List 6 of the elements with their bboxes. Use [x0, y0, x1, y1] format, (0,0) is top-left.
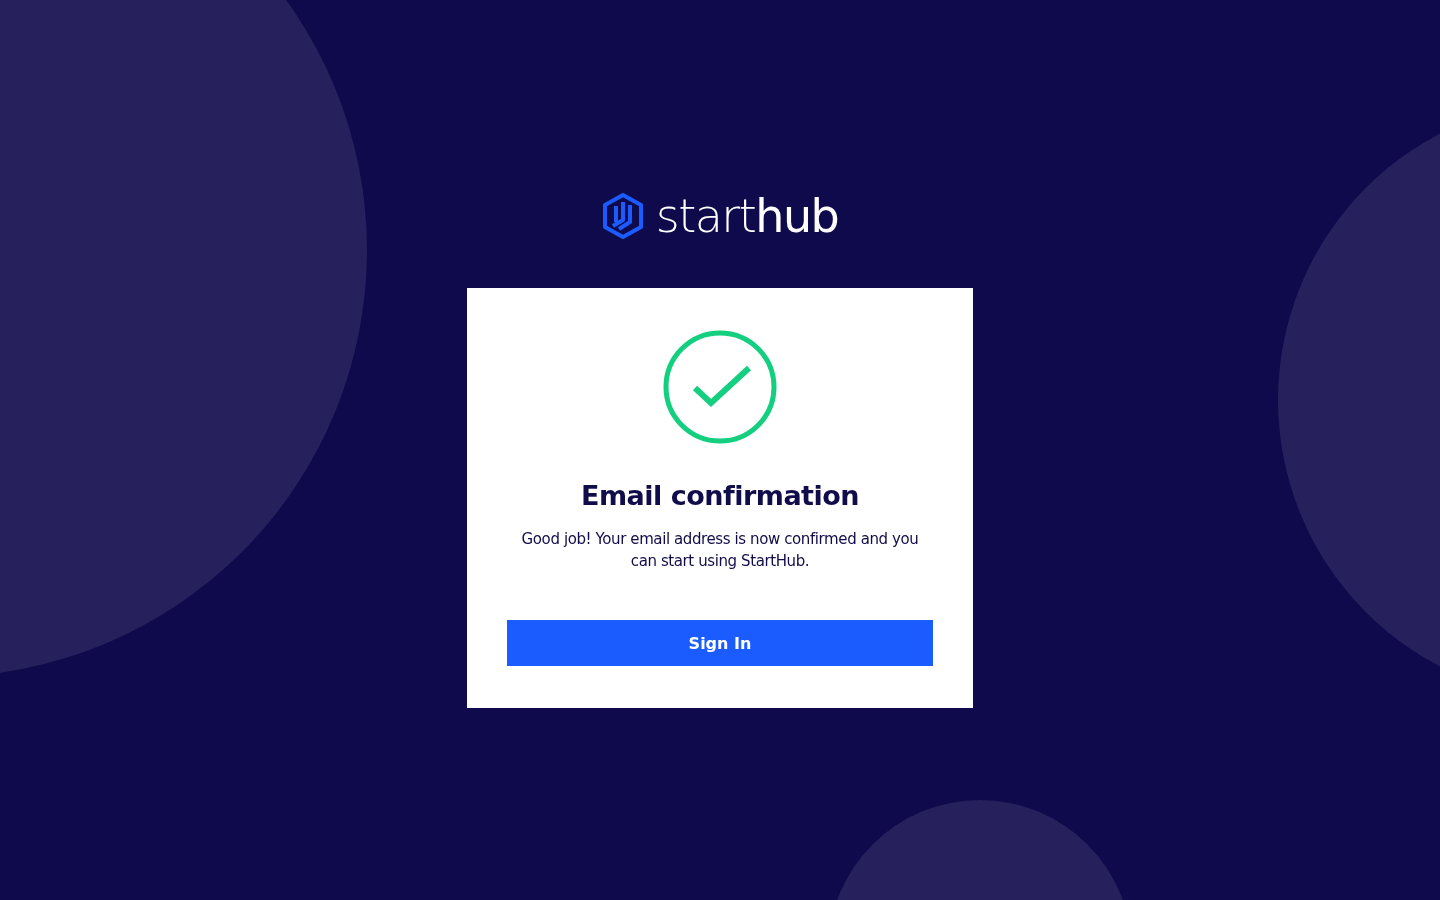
- logo-icon: [601, 192, 644, 240]
- logo-text: starthub: [655, 191, 839, 241]
- sign-in-button[interactable]: Sign In: [507, 620, 933, 666]
- checkmark-icon: [663, 330, 777, 444]
- card-title: Email confirmation: [580, 479, 860, 513]
- card-message: Good job! Your email address is now confirmed and you can start using StartHub.: [520, 529, 920, 572]
